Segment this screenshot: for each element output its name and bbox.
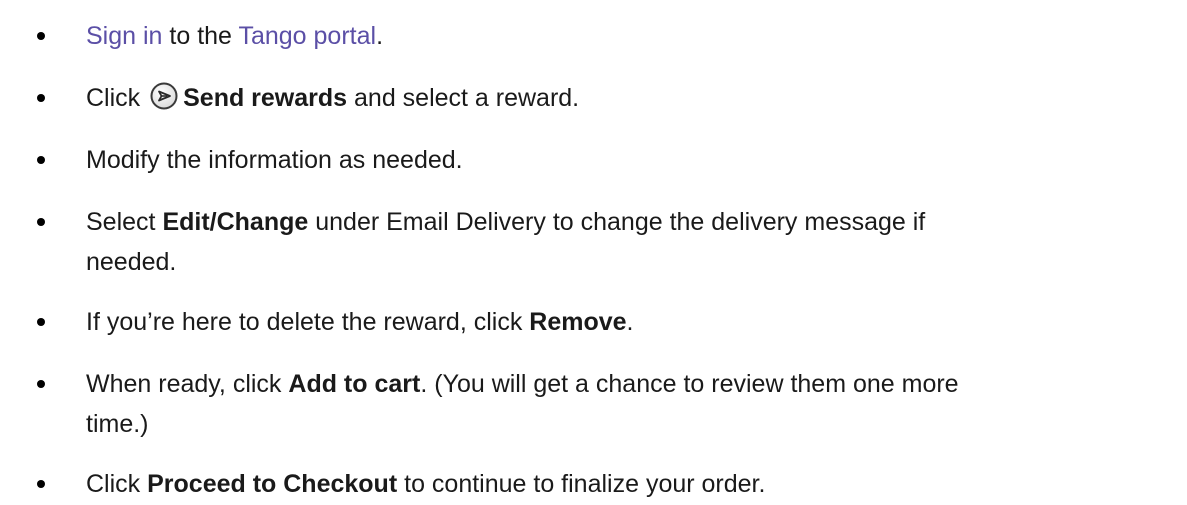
bullet-icon [37, 156, 45, 164]
proceed-to-checkout-label: Proceed to Checkout [147, 470, 398, 498]
bullet-icon [37, 32, 45, 40]
step-text: When ready, click [86, 370, 289, 398]
step-text: and select a reward. [347, 84, 580, 112]
step-text: If you’re here to delete the reward, cli… [86, 308, 530, 336]
instruction-list: Sign in to the Tango portal. Click Send … [0, 16, 1187, 504]
send-rewards-label: Send rewards [183, 84, 348, 112]
step-text: Click [86, 84, 148, 112]
bullet-icon [37, 94, 45, 102]
step-text: Click [86, 470, 148, 498]
sign-in-link[interactable]: Sign in [86, 22, 162, 50]
remove-label: Remove [529, 308, 627, 336]
bullet-icon [37, 218, 45, 226]
step-text: under Email Delivery to change the deliv… [308, 208, 926, 236]
step-text: to the [162, 22, 239, 50]
step-text: to continue to finalize your order. [397, 470, 766, 498]
list-item: Click Proceed to Checkout to continue to… [0, 464, 1187, 504]
add-to-cart-label: Add to cart [288, 370, 421, 398]
step-text-continued: needed. [86, 248, 177, 276]
list-item: Select Edit/Change under Email Delivery … [0, 202, 1187, 282]
edit-change-label: Edit/Change [162, 208, 309, 236]
bullet-icon [37, 318, 45, 326]
list-item: When ready, click Add to cart. (You will… [0, 364, 1187, 444]
bullet-icon [37, 380, 45, 388]
step-text: . [626, 308, 634, 336]
step-text: . (You will get a chance to review them … [420, 370, 959, 398]
step-text: Modify the information as needed. [86, 146, 463, 174]
tango-portal-link[interactable]: Tango portal [238, 22, 376, 50]
list-item: Click Send rewards and select a reward. [0, 78, 1187, 118]
list-item: If you’re here to delete the reward, cli… [0, 302, 1187, 342]
step-text: . [376, 22, 384, 50]
bullet-icon [37, 480, 45, 488]
step-text: Select [86, 208, 163, 236]
list-item: Modify the information as needed. [0, 140, 1187, 180]
send-rewards-icon [149, 81, 179, 111]
step-text-continued: time.) [86, 410, 149, 438]
list-item: Sign in to the Tango portal. [0, 16, 1187, 56]
